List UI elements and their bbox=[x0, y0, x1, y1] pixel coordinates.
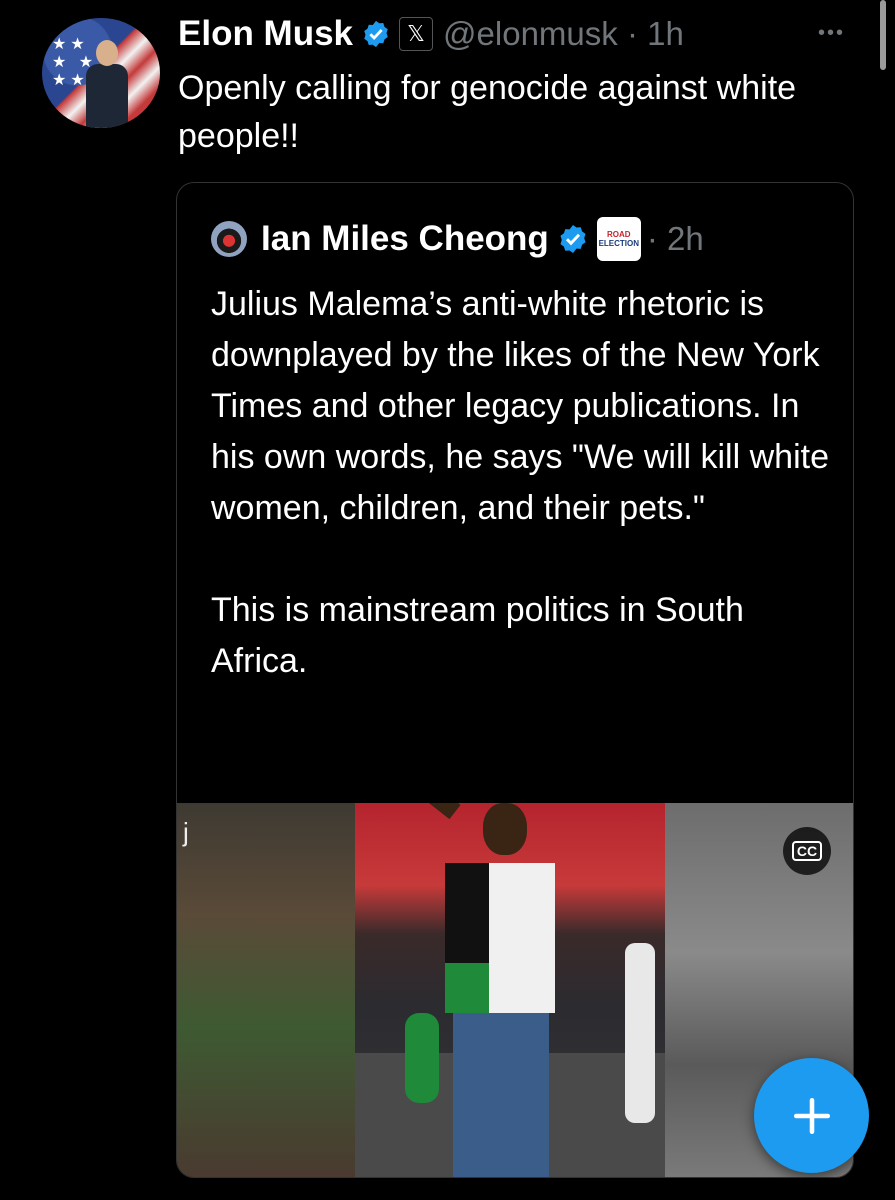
scrollbar[interactable] bbox=[880, 0, 886, 70]
quoted-tweet-time[interactable]: · 2h bbox=[647, 220, 704, 258]
verified-badge-icon bbox=[560, 225, 586, 253]
author-avatar[interactable]: ★★ ★ ★ ★★ bbox=[42, 18, 160, 128]
author-handle[interactable]: @elonmusk · 1h bbox=[443, 15, 684, 53]
x-affiliation-icon: 𝕏 bbox=[399, 17, 434, 51]
compose-button[interactable] bbox=[754, 1058, 869, 1173]
video-blur-left: j bbox=[177, 803, 355, 1177]
author-name[interactable]: Elon Musk bbox=[178, 14, 353, 54]
quoted-tweet-header: Ian Miles Cheong ROAD ELECTION · 2h bbox=[211, 215, 704, 263]
quoted-author-name[interactable]: Ian Miles Cheong bbox=[261, 219, 549, 259]
quoted-author-avatar[interactable] bbox=[211, 221, 247, 257]
affiliation-badge-icon: ROAD ELECTION bbox=[596, 217, 641, 261]
captions-icon[interactable]: CC bbox=[783, 827, 831, 875]
tweet-text: Openly calling for genocide against whit… bbox=[178, 69, 797, 155]
quoted-tweet[interactable]: Ian Miles Cheong ROAD ELECTION · 2h Juli… bbox=[176, 182, 854, 1178]
video-frame[interactable] bbox=[355, 803, 665, 1177]
tweet-header: Elon Musk 𝕏 @elonmusk · 1h bbox=[178, 12, 684, 56]
quoted-tweet-text: Julius Malema’s anti-white rhetoric is d… bbox=[211, 285, 829, 680]
verified-badge-icon bbox=[364, 20, 388, 48]
video-player[interactable]: j CC bbox=[177, 803, 853, 1177]
tweet-time[interactable]: · 1h bbox=[627, 15, 684, 52]
media-left-glyph: j bbox=[183, 817, 189, 847]
plus-icon bbox=[793, 1097, 830, 1134]
more-options-icon[interactable]: ••• bbox=[818, 22, 845, 45]
